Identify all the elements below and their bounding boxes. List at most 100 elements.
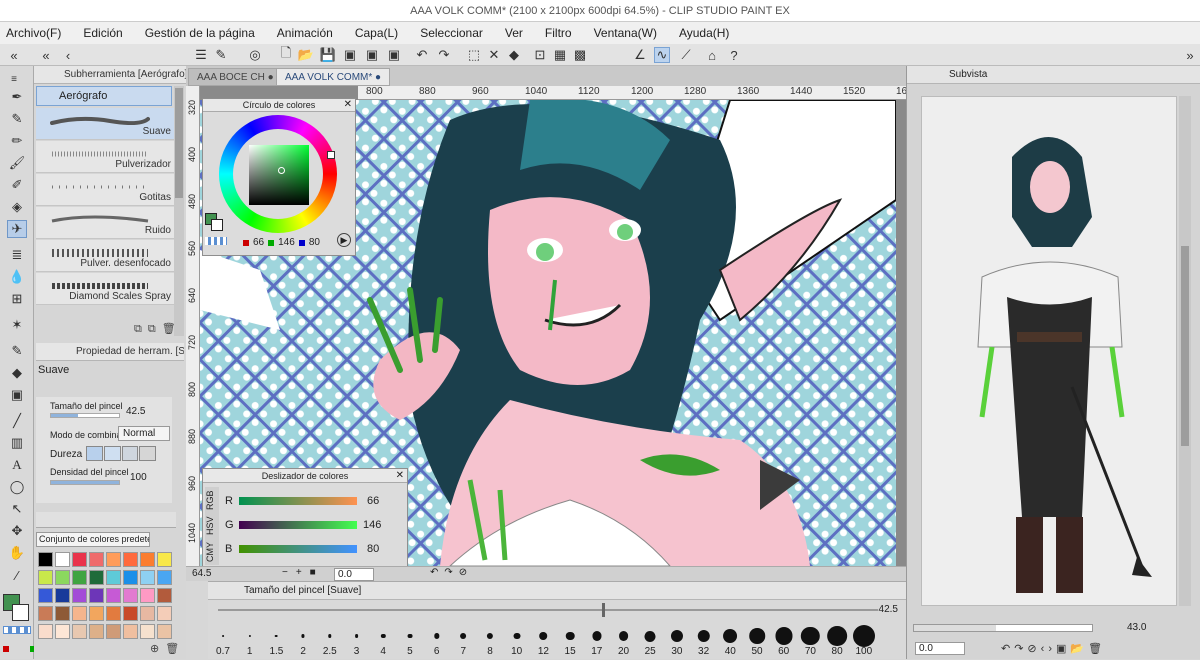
- brush-size-preset[interactable]: 4: [370, 622, 396, 660]
- brush-item[interactable]: Diamond Scales Spray: [36, 273, 174, 305]
- play-icon[interactable]: ▶: [337, 233, 351, 247]
- save-icon[interactable]: 💾: [320, 47, 336, 63]
- palette-swatch[interactable]: [38, 570, 53, 585]
- brush-size-preset[interactable]: 30: [664, 622, 690, 660]
- palette-swatch[interactable]: [89, 624, 104, 639]
- operation-tool-icon[interactable]: ↖: [7, 500, 27, 518]
- menu-ver[interactable]: Ver: [505, 26, 523, 40]
- subtool-actions[interactable]: ⧉⧉🗑: [134, 322, 182, 336]
- sub-color-swatch[interactable]: [12, 604, 29, 621]
- subview-angle-value[interactable]: 0.0: [915, 642, 965, 655]
- palette-swatch[interactable]: [38, 552, 53, 567]
- palette-swatch[interactable]: [55, 606, 70, 621]
- marker-tool-icon[interactable]: ✐: [7, 176, 27, 194]
- size-slider[interactable]: [50, 413, 120, 418]
- palette-swatch[interactable]: [157, 606, 172, 621]
- crop-icon[interactable]: ▦: [552, 47, 568, 63]
- brush-size-preset[interactable]: 25: [637, 622, 663, 660]
- ruler-tool-icon[interactable]: ▥: [7, 434, 27, 452]
- subview-zoom-slider[interactable]: [913, 624, 1093, 632]
- open-folder-icon[interactable]: 📂: [298, 47, 314, 63]
- zoom-controls[interactable]: −+■: [282, 567, 324, 578]
- snap-ruler-icon[interactable]: ⟋: [678, 47, 694, 63]
- hardness-selector[interactable]: [86, 446, 156, 461]
- ruler-line-icon[interactable]: ∠: [632, 47, 648, 63]
- close-icon[interactable]: ✕: [344, 99, 352, 110]
- palette-swatch[interactable]: [72, 606, 87, 621]
- density-slider[interactable]: [50, 480, 120, 485]
- menu-seleccionar[interactable]: Seleccionar: [420, 26, 483, 40]
- brush-size-value[interactable]: 42.5: [879, 604, 898, 615]
- palette-swatch[interactable]: [72, 624, 87, 639]
- palette-swatch[interactable]: [38, 588, 53, 603]
- brush-item[interactable]: Pulverizador: [36, 141, 174, 173]
- tab-boce[interactable]: AAA BOCE CH ●: [188, 68, 283, 86]
- color-cursor[interactable]: [278, 167, 285, 174]
- pen-alt-icon[interactable]: ✎: [7, 110, 27, 128]
- brush-settings-icon[interactable]: ✎: [213, 47, 229, 63]
- brush-size-preset[interactable]: 6: [424, 622, 450, 660]
- menu-ayuda[interactable]: Ayuda(H): [679, 26, 729, 40]
- rotate-controls[interactable]: ↶↷⊘: [430, 567, 473, 578]
- palette-swatch[interactable]: [72, 552, 87, 567]
- subtool-scrollbar[interactable]: [174, 86, 184, 336]
- text-tool-icon[interactable]: A: [7, 456, 27, 474]
- palette-swatch[interactable]: [157, 624, 172, 639]
- palette-tabs[interactable]: [36, 512, 176, 528]
- brush-size-preset[interactable]: 1: [237, 622, 263, 660]
- menu-filtro[interactable]: Filtro: [545, 26, 572, 40]
- slider-g-track[interactable]: [239, 521, 357, 529]
- tab-volk[interactable]: AAA VOLK COMM* ●: [276, 68, 391, 86]
- deselect-icon[interactable]: ⬚: [466, 47, 482, 63]
- brush-size-preset[interactable]: 5: [397, 622, 423, 660]
- transform-icon[interactable]: ⊡: [532, 47, 548, 63]
- hue-cursor[interactable]: [327, 151, 335, 159]
- line-tool-icon[interactable]: ╱: [7, 412, 27, 430]
- palette-swatch[interactable]: [72, 588, 87, 603]
- palette-swatch[interactable]: [38, 624, 53, 639]
- palette-swatch[interactable]: [123, 624, 138, 639]
- eyedropper-tool-icon[interactable]: ⁄: [7, 566, 27, 584]
- collapse-right-icon[interactable]: »: [1182, 47, 1198, 63]
- subview-controls[interactable]: ↶↷⊘‹›▣📂🗑: [1001, 642, 1106, 655]
- select-invert-icon[interactable]: ✕: [486, 47, 502, 63]
- close-icon[interactable]: ✕: [396, 470, 404, 481]
- subview-image[interactable]: [921, 96, 1177, 606]
- airbrush-tool-icon[interactable]: ✈: [7, 220, 27, 238]
- palette-swatch[interactable]: [157, 588, 172, 603]
- palette-swatch[interactable]: [106, 552, 121, 567]
- cap-icon[interactable]: ⌂: [704, 47, 720, 63]
- brush-size-preset[interactable]: 2: [290, 622, 316, 660]
- brush-size-preset[interactable]: 40: [717, 622, 743, 660]
- grid-tool-icon[interactable]: ⊞: [7, 290, 27, 308]
- brush-item[interactable]: Pulver. desenfocado: [36, 240, 174, 272]
- subview-scrollbar[interactable]: [1179, 96, 1191, 606]
- brush-item[interactable]: Suave: [36, 108, 174, 140]
- brush-tool-icon[interactable]: 🖌: [7, 154, 27, 172]
- menu-gestion-pagina[interactable]: Gestión de la página: [145, 26, 255, 40]
- palette-swatch[interactable]: [55, 552, 70, 567]
- palette-swatch[interactable]: [140, 624, 155, 639]
- palette-swatch[interactable]: [157, 570, 172, 585]
- hand-tool-icon[interactable]: ✋: [7, 544, 27, 562]
- palette-swatch[interactable]: [89, 570, 104, 585]
- brush-size-preset[interactable]: 20: [611, 622, 637, 660]
- palette-swatch[interactable]: [106, 606, 121, 621]
- brush-size-preset[interactable]: 0.7: [210, 622, 236, 660]
- palette-select[interactable]: Conjunto de colores predeterm: [36, 532, 150, 547]
- brush-size-preset[interactable]: 12: [530, 622, 556, 660]
- fill-icon[interactable]: ◆: [506, 47, 522, 63]
- menu-capa[interactable]: Capa(L): [355, 26, 398, 40]
- move-layer-icon[interactable]: ✥: [7, 522, 27, 540]
- palette-swatch[interactable]: [140, 570, 155, 585]
- help-icon[interactable]: ?: [726, 47, 742, 63]
- brush-item[interactable]: Ruido: [36, 207, 174, 239]
- menu-edicion[interactable]: Edición: [83, 26, 122, 40]
- menu-animacion[interactable]: Animación: [277, 26, 333, 40]
- blend-select[interactable]: Normal: [118, 426, 170, 441]
- hue-ring[interactable]: [219, 115, 337, 233]
- palette-swatch[interactable]: [106, 588, 121, 603]
- slider-r-track[interactable]: [239, 497, 357, 505]
- brush-size-preset[interactable]: 1.5: [263, 622, 289, 660]
- brush-size-preset[interactable]: 100: [851, 622, 877, 660]
